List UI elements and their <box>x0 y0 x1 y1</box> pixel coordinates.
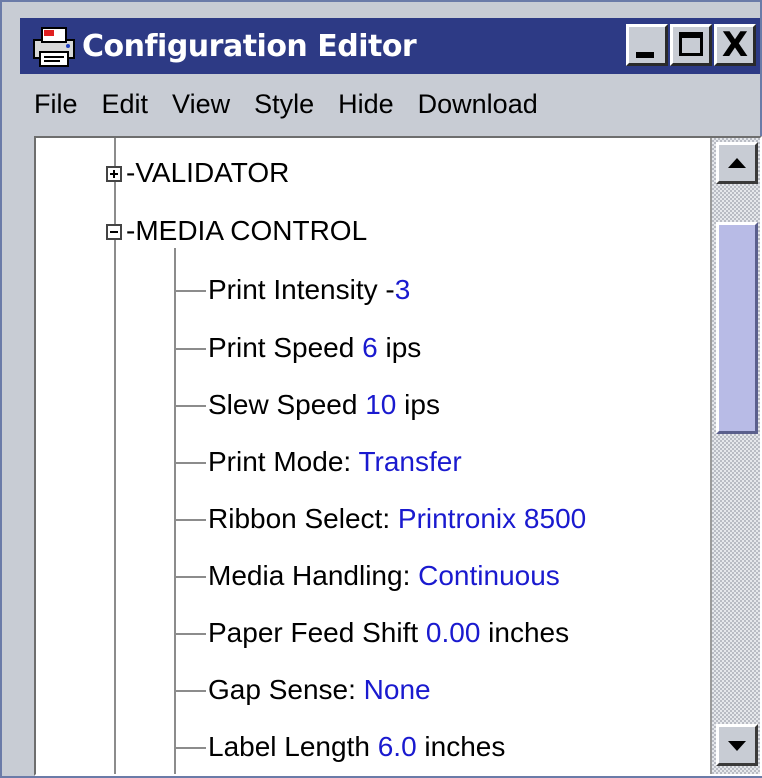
tree-node-dash: - <box>126 157 136 188</box>
leaf-suffix: ips <box>396 389 440 420</box>
tree-leaf-media-handling[interactable]: Media Handling: Continuous <box>208 559 560 593</box>
tree-branch <box>174 405 206 407</box>
leaf-suffix: inches <box>480 617 570 648</box>
leaf-label: Slew Speed <box>208 389 366 420</box>
expander-plus-vertical <box>113 170 115 178</box>
title-bar[interactable]: Configuration Editor X <box>20 18 760 74</box>
leaf-value: 6.0 <box>377 731 417 762</box>
tree-node-label: MEDIA CONTROL <box>135 215 368 246</box>
leaf-value: 3 <box>394 274 411 305</box>
leaf-value: 0.00 <box>425 617 481 648</box>
leaf-label: Gap Sense: <box>208 674 364 705</box>
leaf-label: Label Length <box>208 731 378 762</box>
leaf-label: Ribbon Select: <box>208 503 398 534</box>
maximize-button[interactable] <box>670 24 712 66</box>
tree-node-dash: - <box>126 215 136 246</box>
menu-bar: File Edit View Style Hide Download <box>20 80 760 128</box>
leaf-label: Paper Feed Shift <box>208 617 426 648</box>
tree-branch <box>174 348 206 350</box>
config-tree: -VALIDATOR -MEDIA CONTROL Print Intensit… <box>34 136 762 776</box>
leaf-value: 10 <box>365 389 397 420</box>
leaf-suffix: ips <box>377 332 422 363</box>
leaf-value: 6 <box>362 332 378 363</box>
collapse-media-control-icon[interactable] <box>106 224 122 240</box>
printer-app-icon <box>30 22 78 70</box>
tree-branch <box>174 633 206 635</box>
tree-leaf-slew-speed[interactable]: Slew Speed 10 ips <box>208 388 440 422</box>
tree-leaf-label-length[interactable]: Label Length 6.0 inches <box>208 730 505 764</box>
tree-leaf-paper-feed-shift[interactable]: Paper Feed Shift 0.00 inches <box>208 616 569 650</box>
menu-file[interactable]: File <box>34 89 78 120</box>
tree-node-validator[interactable]: -VALIDATOR <box>126 156 289 190</box>
tree-branch <box>174 690 206 692</box>
leaf-suffix: inches <box>416 731 506 762</box>
leaf-label: Media Handling: <box>208 560 419 591</box>
tree-branch <box>174 519 206 521</box>
leaf-value: Printronix 8500 <box>397 503 587 534</box>
tree-child-connector <box>174 248 176 774</box>
tree-leaf-print-mode[interactable]: Print Mode: Transfer <box>208 445 462 479</box>
close-button[interactable]: X <box>714 24 756 66</box>
tree-node-label: VALIDATOR <box>135 157 290 188</box>
menu-style[interactable]: Style <box>254 89 314 120</box>
tree-branch <box>174 747 206 749</box>
leaf-label: Print Speed <box>208 332 363 363</box>
window-title: Configuration Editor <box>82 28 417 64</box>
tree-leaf-ribbon-select[interactable]: Ribbon Select: Printronix 8500 <box>208 502 586 536</box>
leaf-value: None <box>363 674 431 705</box>
tree-leaf-print-speed[interactable]: Print Speed 6 ips <box>208 331 421 365</box>
minimize-button[interactable] <box>626 24 668 66</box>
vertical-scrollbar[interactable] <box>710 138 760 774</box>
menu-hide[interactable]: Hide <box>338 89 394 120</box>
leaf-label: Print Intensity - <box>208 274 395 305</box>
leaf-value: Continuous <box>418 560 560 591</box>
maximize-icon <box>679 32 703 56</box>
scroll-down-arrow-icon <box>728 741 746 751</box>
leaf-value: Transfer <box>358 446 462 477</box>
menu-view[interactable]: View <box>172 89 230 120</box>
scroll-down-button[interactable] <box>716 724 758 766</box>
minimize-icon <box>636 52 654 58</box>
leaf-label: Print Mode: <box>208 446 359 477</box>
tree-branch <box>174 290 206 292</box>
menu-edit[interactable]: Edit <box>102 89 149 120</box>
scroll-up-arrow-icon <box>728 158 746 168</box>
expander-minus-horizontal <box>110 231 118 233</box>
tree-branch <box>174 462 206 464</box>
tree-leaf-gap-sense[interactable]: Gap Sense: None <box>208 673 431 707</box>
menu-download[interactable]: Download <box>418 89 538 120</box>
scroll-thumb[interactable] <box>716 222 758 434</box>
tree-node-media-control[interactable]: -MEDIA CONTROL <box>126 214 367 248</box>
window-controls: X <box>626 24 756 66</box>
configuration-editor-window: Configuration Editor X File Edit View St… <box>0 0 762 778</box>
expand-validator-icon[interactable] <box>106 166 122 182</box>
tree-leaf-print-intensity[interactable]: Print Intensity -3 <box>208 273 410 307</box>
scroll-up-button[interactable] <box>716 142 758 184</box>
tree-branch <box>174 576 206 578</box>
close-icon: X <box>721 25 749 65</box>
